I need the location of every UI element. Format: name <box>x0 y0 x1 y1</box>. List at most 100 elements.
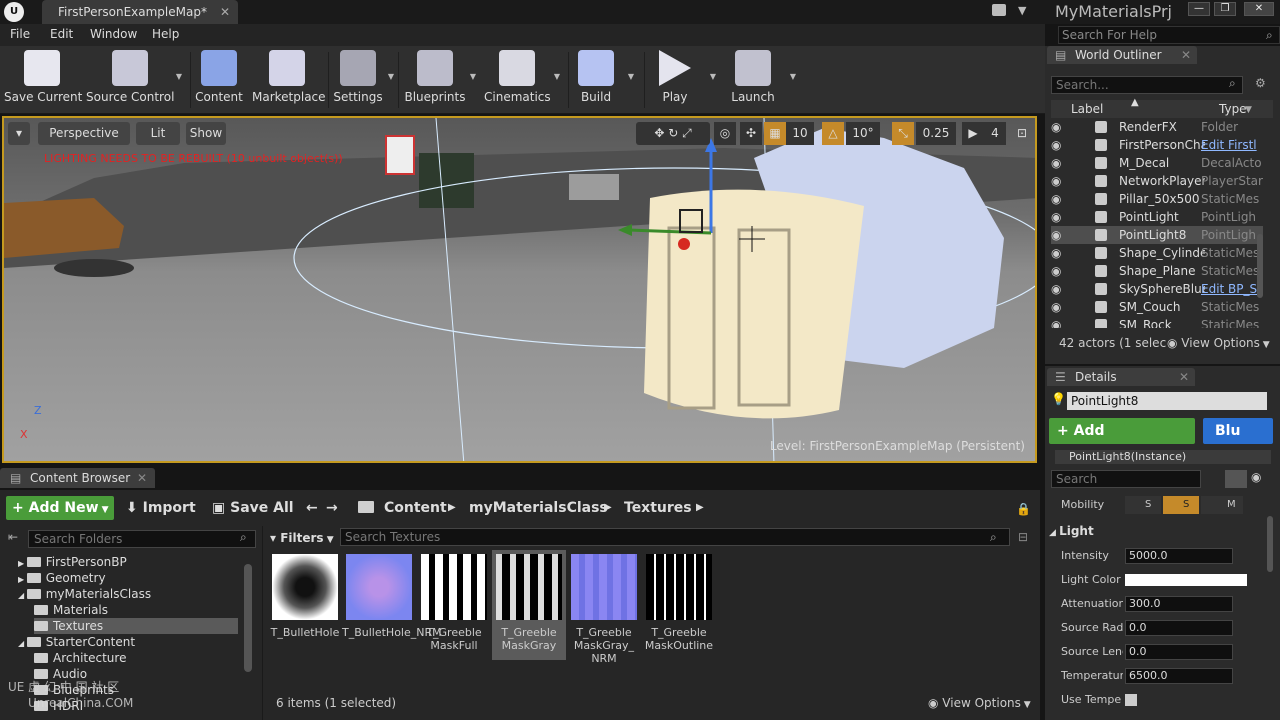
transform-mode-icons[interactable]: ✥ ↻ ⤢ <box>636 122 710 145</box>
scale-snap-value[interactable]: 0.25 <box>916 122 956 145</box>
dropdown-arrow-icon[interactable]: ▼ <box>628 72 634 81</box>
eye-icon[interactable]: ◉ <box>1251 470 1261 484</box>
camera-speed-icon[interactable]: ▶ <box>962 122 984 145</box>
visibility-eye-icon[interactable]: ◉ <box>1051 136 1067 154</box>
outliner-row[interactable]: ◉ RenderFX Folder <box>1051 118 1263 136</box>
mobility-static-option[interactable]: S <box>1125 496 1161 514</box>
asset-tile[interactable]: T_Greeble MaskFull <box>417 550 491 652</box>
visibility-eye-icon[interactable]: ◉ <box>1051 316 1067 328</box>
lit-button[interactable]: Lit <box>136 122 180 145</box>
rotation-snap-value[interactable]: 10° <box>846 122 880 145</box>
type-column-header[interactable]: Type <box>1219 102 1247 116</box>
outliner-view-options[interactable]: ◉ View Options ▼ <box>1167 336 1270 350</box>
notification-icon[interactable]: ▼ <box>1018 4 1026 17</box>
rotation-snap-icon[interactable]: △ <box>822 122 844 145</box>
chat-icon[interactable] <box>992 4 1006 16</box>
cinematics-button[interactable]: Cinematics ▼ <box>484 48 560 110</box>
close-tab-icon[interactable]: ✕ <box>137 468 147 488</box>
grid-snap-value[interactable]: 10 <box>786 122 814 145</box>
outliner-row[interactable]: ◉ SM_Couch StaticMes <box>1051 298 1263 316</box>
property-value-input[interactable]: 6500.0 <box>1125 668 1233 684</box>
surface-snap-icon[interactable]: ✣ <box>740 122 762 145</box>
save-current-button[interactable]: Save Current <box>4 48 82 110</box>
grid-snap-icon[interactable]: ▦ <box>764 122 786 145</box>
dropdown-arrow-icon[interactable]: ▼ <box>554 72 560 81</box>
asset-tile[interactable]: T_Greeble MaskGray_ NRM <box>567 550 641 665</box>
blueprints-button[interactable]: Blueprints ▼ <box>404 48 476 110</box>
checkbox[interactable] <box>1125 694 1137 706</box>
outliner-search-input[interactable]: Search... <box>1051 76 1243 94</box>
asset-tile[interactable]: T_Greeble MaskOutline <box>642 550 716 652</box>
close-tab-icon[interactable]: ✕ <box>1179 368 1189 386</box>
menu-window[interactable]: Window <box>90 27 137 41</box>
content-view-options[interactable]: ◉ View Options ▼ <box>928 696 1031 710</box>
perspective-button[interactable]: Perspective <box>38 122 130 145</box>
light-color-swatch[interactable] <box>1125 574 1247 586</box>
show-button[interactable]: Show <box>186 122 226 145</box>
visibility-eye-icon[interactable]: ◉ <box>1051 208 1067 226</box>
property-matrix-icon[interactable] <box>1225 470 1247 488</box>
launch-button[interactable]: Launch ▼ <box>730 48 796 110</box>
property-value-input[interactable]: 0.0 <box>1125 620 1233 636</box>
minimize-icon[interactable]: — <box>1188 2 1210 16</box>
mobility-stationary-option[interactable]: S <box>1163 496 1199 514</box>
visibility-eye-icon[interactable]: ◉ <box>1051 118 1067 136</box>
world-outliner-tab[interactable]: ▤ World Outliner ✕ <box>1047 46 1197 64</box>
menu-edit[interactable]: Edit <box>50 27 73 41</box>
world-local-icon[interactable]: ◎ <box>714 122 736 145</box>
content-browser-tab[interactable]: ▤ Content Browser ✕ <box>0 468 155 488</box>
details-scrollbar[interactable] <box>1267 516 1273 572</box>
visibility-eye-icon[interactable]: ◉ <box>1051 280 1067 298</box>
dropdown-arrow-icon[interactable]: ▼ <box>1245 105 1252 115</box>
label-column-header[interactable]: Label <box>1071 102 1103 116</box>
level-viewport[interactable]: X Z ▾ Perspective Lit Show LIGHTING NEED… <box>2 116 1037 463</box>
outliner-row[interactable]: ◉ NetworkPlayerS PlayerStar <box>1051 172 1263 190</box>
close-window-icon[interactable]: ✕ <box>1244 2 1274 16</box>
details-search-input[interactable]: Search <box>1051 470 1201 488</box>
dropdown-arrow-icon[interactable]: ▼ <box>790 72 796 81</box>
settings-button[interactable]: Settings ▼ <box>332 48 394 110</box>
details-tab[interactable]: ☰ Details ✕ <box>1047 368 1195 386</box>
asset-tile[interactable]: T_Greeble MaskGray <box>492 550 566 660</box>
add-component-button[interactable]: + Add Component ▼ <box>1049 418 1195 465</box>
dropdown-arrow-icon[interactable]: ▼ <box>470 72 476 81</box>
menu-help[interactable]: Help <box>152 27 179 41</box>
visibility-eye-icon[interactable]: ◉ <box>1051 154 1067 172</box>
maximize-viewport-icon[interactable]: ⊡ <box>1012 122 1032 145</box>
visibility-eye-icon[interactable]: ◉ <box>1051 172 1067 190</box>
content-button[interactable]: Content <box>194 48 244 110</box>
visibility-eye-icon[interactable]: ◉ <box>1051 262 1067 280</box>
unreal-logo-icon[interactable]: U <box>4 2 24 22</box>
outliner-row[interactable]: ◉ PointLight8 PointLigh <box>1051 226 1263 244</box>
dropdown-arrow-icon[interactable]: ▼ <box>710 72 716 81</box>
outliner-row[interactable]: ◉ SkySphereBlue Edit BP_S <box>1051 280 1263 298</box>
outliner-row[interactable]: ◉ FirstPersonCha Edit Firstl <box>1051 136 1263 154</box>
maximize-icon[interactable]: ❐ <box>1214 2 1236 16</box>
outliner-row[interactable]: ◉ Shape_Cylinder StaticMes <box>1051 244 1263 262</box>
close-tab-icon[interactable]: ✕ <box>1181 46 1191 64</box>
actor-type[interactable]: Edit Firstl <box>1201 136 1263 154</box>
level-tab[interactable]: FirstPersonExampleMap* ✕ <box>42 0 238 24</box>
close-tab-icon[interactable]: ✕ <box>220 0 230 24</box>
outliner-scrollbar[interactable] <box>1257 234 1263 298</box>
outliner-settings-icon[interactable]: ⚙ <box>1255 76 1266 90</box>
gizmo-x-handle[interactable] <box>678 238 690 250</box>
asset-tile[interactable]: T_BulletHole_NRM <box>342 550 442 639</box>
asset-tile[interactable]: T_BulletHole <box>268 550 342 639</box>
light-section-header[interactable]: ◢ Light <box>1049 524 1094 538</box>
property-value-input[interactable]: 300.0 <box>1125 596 1233 612</box>
camera-speed-value[interactable]: 4 <box>984 122 1006 145</box>
visibility-eye-icon[interactable]: ◉ <box>1051 298 1067 316</box>
mobility-movable-option[interactable]: M <box>1201 496 1243 514</box>
source-control-button[interactable]: Source Control ▼ <box>86 48 182 110</box>
visibility-eye-icon[interactable]: ◉ <box>1051 190 1067 208</box>
viewport-options-button[interactable]: ▾ <box>8 122 30 145</box>
play-button[interactable]: Play ▼ <box>652 48 716 110</box>
outliner-row[interactable]: ◉ M_Decal DecalActo <box>1051 154 1263 172</box>
actor-name-field[interactable]: PointLight8 <box>1067 392 1267 410</box>
component-instance-row[interactable]: PointLight8(Instance) <box>1055 450 1271 464</box>
outliner-row[interactable]: ◉ Shape_Plane StaticMes <box>1051 262 1263 280</box>
outliner-row[interactable]: ◉ PointLight PointLigh <box>1051 208 1263 226</box>
dropdown-arrow-icon[interactable]: ▼ <box>176 72 182 81</box>
actor-type[interactable]: Edit BP_S <box>1201 280 1263 298</box>
